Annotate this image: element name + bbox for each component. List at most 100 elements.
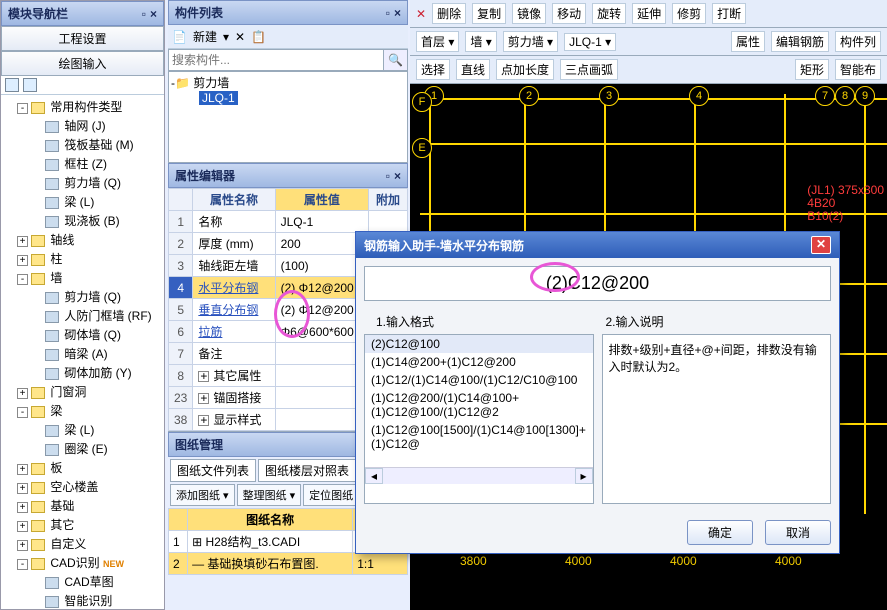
toolbar-button[interactable]: 复制 — [472, 3, 506, 24]
tree-node[interactable]: 剪力墙 (Q) — [31, 287, 162, 306]
dropdown-icon[interactable]: ▾ — [223, 30, 229, 44]
dialog-titlebar[interactable]: 钢筋输入助手-墙水平分布钢筋 ✕ — [356, 232, 839, 258]
expand-icon[interactable]: + — [17, 540, 28, 551]
new-icon[interactable]: 📄 — [172, 30, 187, 44]
cancel-button[interactable]: 取消 — [765, 520, 831, 545]
expand-icon[interactable]: - — [17, 559, 28, 570]
tree-node[interactable]: + 其它 — [17, 515, 162, 534]
context-dropdown[interactable]: 墙 ▾ — [465, 31, 496, 52]
drawing-tab[interactable]: 图纸楼层对照表 — [258, 459, 356, 482]
tree-node[interactable]: + 基础 — [17, 496, 162, 515]
toolbar-button[interactable]: 直线 — [456, 59, 490, 80]
tree-node[interactable]: 智能识别 — [31, 591, 162, 609]
format-option[interactable]: (2)C12@100 — [365, 335, 593, 353]
tree-node[interactable]: 砌体加筋 (Y) — [31, 363, 162, 382]
expand-icon[interactable]: + — [17, 521, 28, 532]
module-tree[interactable]: - 常用构件类型 轴网 (J) 筏板基础 (M) 框柱 (Z) 剪力墙 (Q) … — [1, 95, 164, 609]
toolbar-button[interactable]: 属性 — [731, 31, 765, 52]
drawing-button[interactable]: 添加图纸 ▾ — [170, 484, 235, 506]
toolbar-icon[interactable] — [5, 78, 19, 92]
expand-icon[interactable]: + — [17, 255, 28, 266]
context-dropdown[interactable]: 首层 ▾ — [416, 31, 459, 52]
tree-node[interactable]: 梁 (L) — [31, 420, 162, 439]
format-option[interactable]: (1)C12/(1)C14@100/(1)C12/C10@100 — [365, 371, 593, 389]
drawing-input-button[interactable]: 绘图输入 — [1, 51, 164, 76]
pin-icon[interactable]: ▫ — [386, 169, 390, 183]
tree-node[interactable]: 暗梁 (A) — [31, 344, 162, 363]
component-root[interactable]: 剪力墙 — [193, 76, 229, 90]
pin-icon[interactable]: ▫ — [386, 6, 390, 20]
tree-node[interactable]: + 门窗洞 — [17, 382, 162, 401]
toolbar-button[interactable]: 旋转 — [592, 3, 626, 24]
toolbar-button[interactable]: 矩形 — [795, 59, 829, 80]
tree-node[interactable]: + 空心楼盖 — [17, 477, 162, 496]
drawing-tab[interactable]: 图纸文件列表 — [170, 459, 256, 482]
context-dropdown[interactable]: 剪力墙 ▾ — [503, 31, 558, 52]
drawing-button[interactable]: 整理图纸 ▾ — [237, 484, 302, 506]
toolbar-button[interactable]: 移动 — [552, 3, 586, 24]
delete-icon[interactable]: ✕ — [235, 30, 245, 44]
rebar-value-display[interactable]: (2)C12@200 — [364, 266, 831, 301]
toolbar-button[interactable]: 三点画弧 — [560, 59, 618, 80]
toolbar-button[interactable]: 打断 — [712, 3, 746, 24]
pin-icon[interactable]: ▫ — [142, 7, 146, 21]
toolbar-button[interactable]: 构件列 — [835, 31, 881, 52]
search-input[interactable] — [169, 50, 383, 70]
collapse-icon[interactable]: - — [171, 76, 175, 90]
expand-icon[interactable]: + — [17, 483, 28, 494]
close-icon[interactable]: × — [394, 169, 401, 183]
expand-icon[interactable]: - — [17, 274, 28, 285]
tree-node[interactable]: 砌体墙 (Q) — [31, 325, 162, 344]
expand-icon[interactable]: + — [17, 464, 28, 475]
dialog-close-button[interactable]: ✕ — [811, 236, 831, 254]
format-list[interactable]: (2)C12@100(1)C14@200+(1)C12@200(1)C12/(1… — [365, 335, 593, 467]
expand-icon[interactable]: + — [198, 393, 209, 404]
close-icon[interactable]: × — [394, 6, 401, 20]
tree-node[interactable]: 现浇板 (B) — [31, 211, 162, 230]
format-option[interactable]: (1)C12@100[1500]/(1)C14@100[1300]+(1)C12… — [365, 421, 593, 453]
toolbar-button[interactable]: 删除 — [432, 3, 466, 24]
drawing-row[interactable]: 2— 基础换填砂石布置图.1:1 — [169, 553, 408, 575]
tree-node[interactable]: 梁 (L) — [31, 192, 162, 211]
toolbar-button[interactable]: 选择 — [416, 59, 450, 80]
toolbar-button[interactable]: 编辑钢筋 — [771, 31, 829, 52]
component-tree[interactable]: -📁 剪力墙 JLQ-1 — [168, 71, 408, 163]
toolbar-button[interactable]: 智能布 — [835, 59, 881, 80]
new-button[interactable]: 新建 — [193, 28, 217, 45]
prop-value[interactable]: JLQ-1 — [275, 211, 369, 233]
scroll-right-icon[interactable]: ▸ — [575, 468, 593, 484]
expand-icon[interactable]: + — [17, 236, 28, 247]
ok-button[interactable]: 确定 — [687, 520, 753, 545]
copy-icon[interactable]: 📋 — [251, 30, 266, 44]
tree-node[interactable]: - CAD识别 NEW — [17, 553, 162, 572]
property-row[interactable]: 1名称JLQ-1 — [169, 211, 408, 233]
drawing-button[interactable]: 定位图纸 — [303, 484, 359, 506]
tree-node[interactable]: 人防门框墙 (RF) — [31, 306, 162, 325]
tree-node[interactable]: 圈梁 (E) — [31, 439, 162, 458]
tree-node[interactable]: 筏板基础 (M) — [31, 135, 162, 154]
tree-node[interactable]: + 自定义 — [17, 534, 162, 553]
tree-node[interactable]: + 柱 — [17, 249, 162, 268]
toolbar-button[interactable]: 点加长度 — [496, 59, 554, 80]
format-option[interactable]: (1)C12@200/(1)C14@100+(1)C12@100/(1)C12@… — [365, 389, 593, 421]
tree-node[interactable]: 剪力墙 (Q) — [31, 173, 162, 192]
tree-node[interactable]: + 板 — [17, 458, 162, 477]
tree-node[interactable]: - 常用构件类型 — [17, 97, 162, 116]
horiz-scrollbar[interactable]: ◂▸ — [365, 467, 593, 484]
tree-node[interactable]: 框柱 (Z) — [31, 154, 162, 173]
tree-node[interactable]: + 轴线 — [17, 230, 162, 249]
format-option[interactable]: (1)C14@200+(1)C12@200 — [365, 353, 593, 371]
scroll-left-icon[interactable]: ◂ — [365, 468, 383, 484]
expand-icon[interactable]: - — [17, 103, 28, 114]
tree-node[interactable]: 轴网 (J) — [31, 116, 162, 135]
expand-icon[interactable]: + — [198, 371, 209, 382]
context-dropdown[interactable]: JLQ-1 ▾ — [564, 33, 616, 51]
expand-icon[interactable]: + — [17, 388, 28, 399]
tree-node[interactable]: - 梁 — [17, 401, 162, 420]
close-icon[interactable]: × — [150, 7, 157, 21]
expand-icon[interactable]: - — [17, 407, 28, 418]
toolbar-icon[interactable] — [23, 78, 37, 92]
tree-node[interactable]: CAD草图 — [31, 572, 162, 591]
tree-node[interactable]: - 墙 — [17, 268, 162, 287]
toolbar-button[interactable]: 镜像 — [512, 3, 546, 24]
